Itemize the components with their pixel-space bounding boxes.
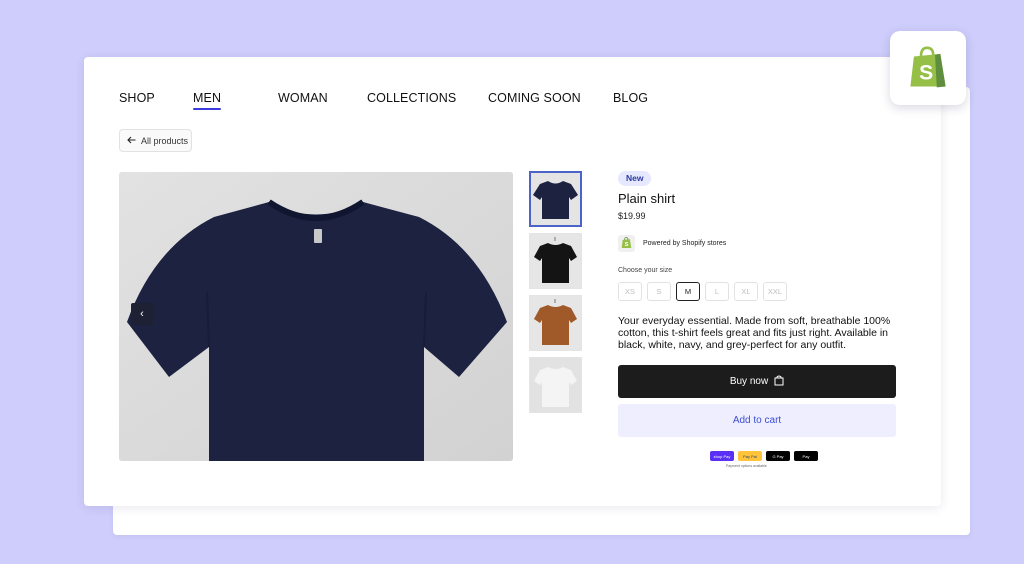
all-products-label: All products bbox=[141, 135, 189, 146]
nav-item-shop[interactable]: SHOP bbox=[119, 91, 155, 105]
size-option-xxl[interactable]: XXL bbox=[763, 282, 787, 301]
add-to-cart-button[interactable]: Add to cart bbox=[618, 404, 896, 437]
product-price: $19.99 bbox=[618, 211, 646, 221]
nav-item-men[interactable]: MEN bbox=[193, 91, 222, 110]
nav-item-woman[interactable]: WOMAN bbox=[278, 91, 328, 105]
shopping-bag-icon bbox=[774, 375, 784, 389]
chevron-left-icon: ‹ bbox=[140, 308, 144, 320]
size-label: Choose your size bbox=[618, 267, 673, 274]
all-products-button[interactable]: All products bbox=[119, 129, 192, 152]
product-page-card: SHOP MEN WOMAN COLLECTIONS COMING SOON B… bbox=[84, 57, 941, 506]
product-main-image: ‹ bbox=[119, 172, 513, 461]
add-to-cart-label: Add to cart bbox=[732, 415, 782, 426]
shopify-logo-icon: S bbox=[910, 46, 946, 88]
shopify-logo-badge: S bbox=[890, 31, 966, 105]
apple-pay-icon[interactable]: Pay bbox=[794, 451, 818, 461]
thumbnail-list bbox=[529, 171, 582, 419]
thumbnail-brown-shirt bbox=[530, 296, 581, 350]
thumbnail-black[interactable] bbox=[529, 233, 582, 289]
tshirt-image bbox=[119, 172, 513, 461]
main-nav: SHOP MEN WOMAN COLLECTIONS COMING SOON B… bbox=[119, 91, 739, 111]
svg-text:S: S bbox=[625, 242, 629, 248]
google-pay-icon[interactable]: G Pay bbox=[766, 451, 790, 461]
shop-pay-icon[interactable]: shop Pay bbox=[710, 451, 734, 461]
shopify-bag-icon: S bbox=[618, 234, 635, 252]
powered-by-row: S Powered by Shopify stores bbox=[618, 233, 726, 253]
thumbnail-white[interactable] bbox=[529, 357, 582, 413]
size-option-m[interactable]: M bbox=[676, 282, 700, 301]
payment-note: Payment options available bbox=[726, 464, 767, 468]
nav-item-blog[interactable]: BLOG bbox=[613, 91, 648, 105]
size-option-xl[interactable]: XL bbox=[734, 282, 758, 301]
payment-methods: shop Pay Pay Pal G Pay Pay bbox=[710, 451, 818, 461]
buy-now-label: Buy now bbox=[729, 376, 769, 387]
product-description: Your everyday essential. Made from soft,… bbox=[618, 315, 891, 351]
new-badge: New bbox=[618, 171, 652, 186]
powered-by-text: Powered by Shopify stores bbox=[643, 239, 727, 247]
thumbnail-white-shirt bbox=[530, 358, 581, 412]
size-option-l[interactable]: L bbox=[705, 282, 729, 301]
previous-image-button[interactable]: ‹ bbox=[131, 303, 153, 325]
size-selector: XS S M L XL XXL bbox=[618, 282, 787, 301]
product-title: Plain shirt bbox=[618, 191, 676, 206]
thumbnail-brown[interactable] bbox=[529, 295, 582, 351]
buy-now-button[interactable]: Buy now bbox=[618, 365, 896, 398]
svg-text:S: S bbox=[919, 61, 933, 84]
thumbnail-navy-shirt bbox=[531, 173, 580, 225]
size-option-s[interactable]: S bbox=[647, 282, 671, 301]
paypal-icon[interactable]: Pay Pal bbox=[738, 451, 762, 461]
nav-item-collections[interactable]: COLLECTIONS bbox=[367, 91, 456, 105]
thumbnail-black-shirt bbox=[530, 234, 581, 288]
thumbnail-navy[interactable] bbox=[529, 171, 582, 227]
nav-item-coming-soon[interactable]: COMING SOON bbox=[488, 91, 581, 105]
size-option-xs[interactable]: XS bbox=[618, 282, 642, 301]
arrow-left-icon bbox=[127, 136, 136, 146]
